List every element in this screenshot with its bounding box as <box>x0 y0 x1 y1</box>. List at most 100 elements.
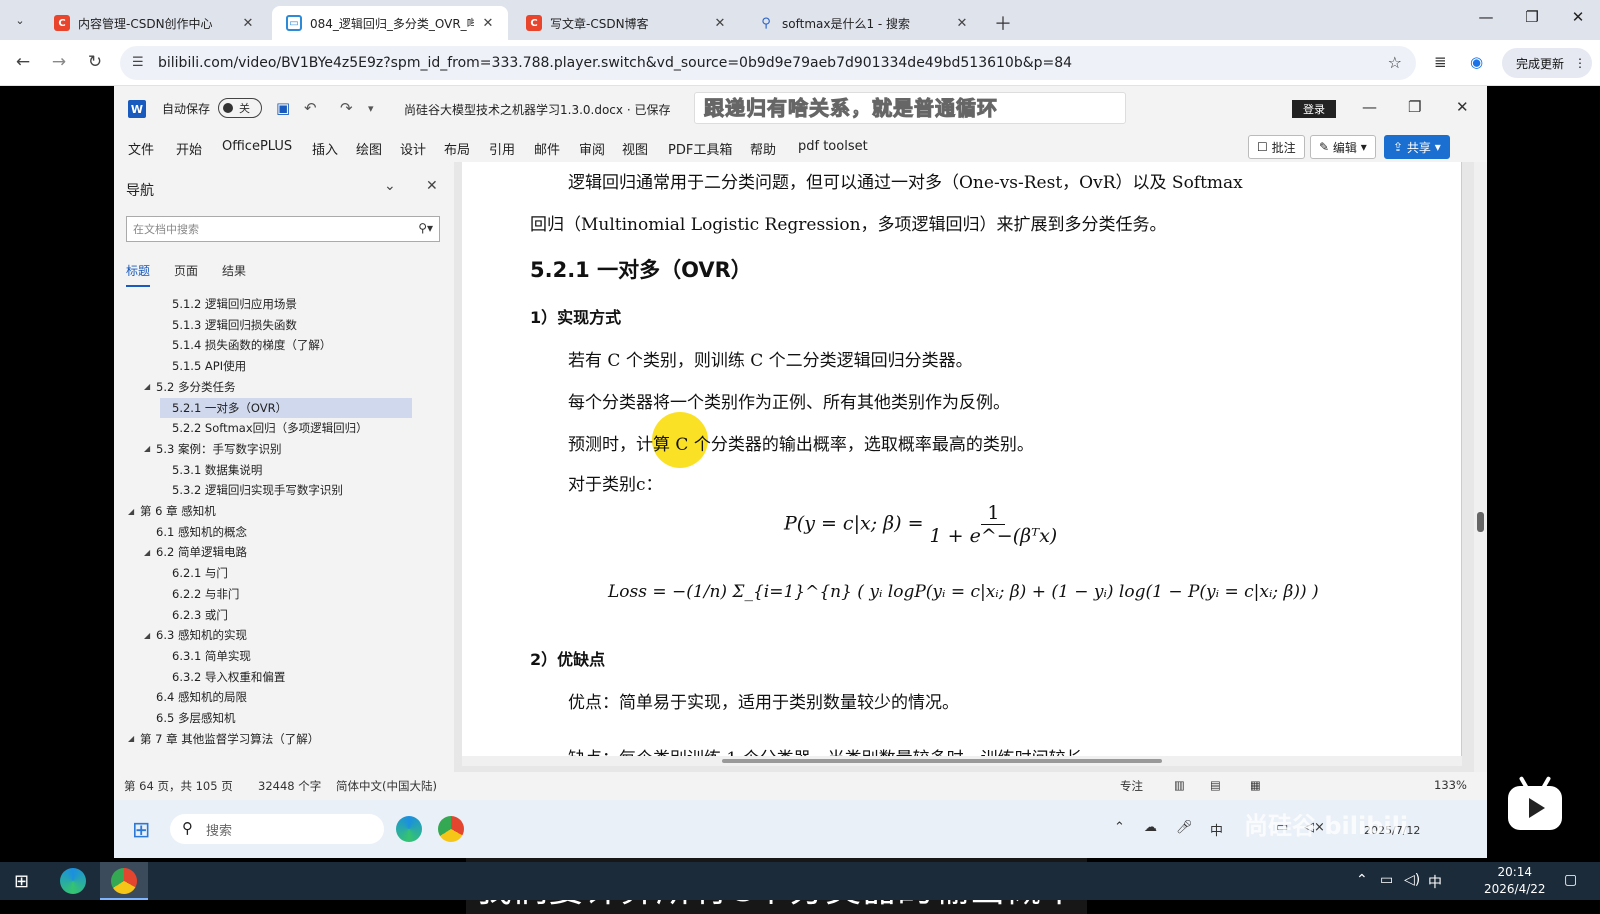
menu-review[interactable]: 审阅 <box>579 139 605 158</box>
collapse-arrow-icon[interactable]: ◢ <box>128 507 140 516</box>
menu-pdf-toolbox[interactable]: PDF工具箱 <box>668 139 732 158</box>
restore-icon[interactable]: ❐ <box>1520 8 1544 26</box>
toc-item[interactable]: 5.2.2 Softmax回归（多项逻辑回归） <box>160 418 368 438</box>
login-button[interactable]: 登录 <box>1292 100 1336 118</box>
menu-pdf-toolset[interactable]: pdf toolset <box>798 139 868 154</box>
toc-item[interactable]: ◢ 5.2 多分类任务 <box>144 377 235 397</box>
menu-draw[interactable]: 绘图 <box>356 139 382 158</box>
vertical-scrollbar[interactable] <box>1474 162 1487 772</box>
collapse-arrow-icon[interactable]: ◢ <box>144 548 156 557</box>
toc-item[interactable]: 6.2.3 或门 <box>160 605 228 625</box>
toc-item[interactable]: 6.3.2 导入权重和偏置 <box>160 667 285 687</box>
read-mode-icon[interactable]: ▥ <box>1174 778 1185 792</box>
close-window-icon[interactable]: ✕ <box>1566 8 1590 26</box>
search-icon[interactable]: ⚲▾ <box>418 221 433 235</box>
ime-indicator[interactable]: 中 <box>1428 872 1442 892</box>
back-arrow-icon[interactable]: ← <box>12 52 34 72</box>
toc-item[interactable]: ◢ 第 7 章 其他监督学习算法（了解） <box>128 729 319 749</box>
tab-bing-search[interactable]: ⚲ softmax是什么1 - 搜索 ✕ <box>744 6 982 40</box>
tab-csdn-write[interactable]: C 写文章-CSDN博客 ✕ <box>512 6 740 40</box>
edge-icon[interactable] <box>60 868 86 894</box>
notification-icon[interactable]: ▢ <box>1564 872 1577 888</box>
volume-icon[interactable]: ◁) <box>1404 872 1420 888</box>
document-name[interactable]: 尚硅谷大模型技术之机器学习1.3.0.docx · 已保存 <box>404 101 670 118</box>
clock[interactable]: 20:14 2026/4/22 <box>1484 864 1546 898</box>
word-close-icon[interactable]: ✕ <box>1456 98 1469 116</box>
toc-item[interactable]: 5.1.2 逻辑回归应用场景 <box>160 294 297 314</box>
collapse-arrow-icon[interactable]: ◢ <box>144 382 156 391</box>
bookmark-star-icon[interactable]: ☆ <box>1388 53 1402 72</box>
customize-toolbar-icon[interactable]: ▾ <box>368 102 374 115</box>
tab-pages[interactable]: 页面 <box>174 262 198 279</box>
site-info-icon[interactable]: ☰ <box>132 55 144 70</box>
toc-item[interactable]: 6.3.1 简单实现 <box>160 646 251 666</box>
toc-item[interactable]: 5.2.1 一对多（OVR） <box>160 397 412 418</box>
show-hidden-icons-icon[interactable]: ⌃ <box>1356 872 1368 888</box>
menu-view[interactable]: 视图 <box>622 139 648 158</box>
horizontal-scrollbar[interactable] <box>462 756 1462 766</box>
tab-headings[interactable]: 标题 <box>126 262 151 287</box>
menu-home[interactable]: 开始 <box>176 139 202 158</box>
menu-design[interactable]: 设计 <box>400 139 426 158</box>
toc-item[interactable]: 5.3.1 数据集说明 <box>160 460 262 480</box>
redo-icon[interactable]: ↷ <box>340 99 353 117</box>
tab-csdn-content[interactable]: C 内容管理-CSDN创作中心 ✕ <box>40 6 268 40</box>
nav-close-icon[interactable]: ✕ <box>426 178 438 194</box>
toc-item[interactable]: 6.2.2 与非门 <box>160 584 239 604</box>
close-tab-icon[interactable]: ✕ <box>480 16 496 31</box>
address-bar[interactable]: ☰ bilibili.com/video/BV1BYe4z5E9z?spm_id… <box>120 46 1416 80</box>
close-tab-icon[interactable]: ✕ <box>954 16 970 31</box>
network-icon[interactable]: ▭ <box>1380 872 1393 888</box>
word-count[interactable]: 32448 个字 <box>258 778 321 794</box>
toc-item[interactable]: 5.1.3 逻辑回归损失函数 <box>160 315 297 335</box>
toc-item[interactable]: ◢ 6.2 简单逻辑电路 <box>144 542 247 562</box>
tab-results[interactable]: 结果 <box>222 262 246 279</box>
share-button[interactable]: ⇪ 共享 ▾ <box>1384 135 1450 159</box>
page-count[interactable]: 第 64 页，共 105 页 <box>124 778 233 794</box>
minimize-icon[interactable]: — <box>1474 8 1498 26</box>
media-control-icon[interactable]: ≣ <box>1434 53 1447 71</box>
close-tab-icon[interactable]: ✕ <box>712 16 728 31</box>
toc-item[interactable]: ◢ 5.3 案例：手写数字识别 <box>144 439 281 459</box>
tab-bilibili-video[interactable]: ▭ 084_逻辑回归_多分类_OVR_哔 ✕ <box>272 6 508 40</box>
print-layout-icon[interactable]: ▤ <box>1210 778 1221 792</box>
menu-file[interactable]: 文件 <box>128 139 154 158</box>
toc-item[interactable]: 6.2.1 与门 <box>160 563 228 583</box>
video-player[interactable]: W 自动保存 关 ▣ ↶ ↷ ▾ 尚硅谷大模型技术之机器学习1.3.0.docx… <box>0 86 1600 914</box>
undo-icon[interactable]: ↶ <box>304 99 317 117</box>
word-restore-icon[interactable]: ❐ <box>1408 98 1421 116</box>
word-minimize-icon[interactable]: — <box>1362 98 1377 116</box>
reload-icon[interactable]: ↻ <box>84 52 106 72</box>
nav-options-chevron-icon[interactable]: ⌄ <box>384 178 396 194</box>
document-page[interactable]: 逻辑回归通常用于二分类问题，但可以通过一对多（One-vs-Rest，OvR）以… <box>462 162 1462 769</box>
tab-search-chevron-icon[interactable]: ⌄ <box>8 8 32 32</box>
focus-mode[interactable]: 专注 <box>1120 778 1143 794</box>
nav-search-input[interactable]: 在文档中搜索 ⚲▾ <box>126 216 440 242</box>
update-button[interactable]: 完成更新 ⋮ <box>1502 48 1592 78</box>
toc-item[interactable]: ◢ 6.3 感知机的实现 <box>144 625 247 645</box>
collapse-arrow-icon[interactable]: ◢ <box>128 734 140 743</box>
menu-insert[interactable]: 插入 <box>312 139 338 158</box>
edit-mode-button[interactable]: ✎ 编辑 ▾ <box>1310 135 1376 159</box>
profile-avatar-icon[interactable]: ◉ <box>1470 53 1483 71</box>
menu-mailings[interactable]: 邮件 <box>534 139 560 158</box>
web-layout-icon[interactable]: ▦ <box>1250 778 1261 792</box>
zoom-level[interactable]: 133% <box>1434 778 1467 792</box>
toc-item[interactable]: 6.5 多层感知机 <box>144 708 235 728</box>
chrome-icon[interactable] <box>111 868 137 894</box>
toc-item[interactable]: ◢ 第 6 章 感知机 <box>128 501 216 521</box>
menu-officeplus[interactable]: OfficePLUS <box>222 139 292 154</box>
toc-item[interactable]: 6.4 感知机的局限 <box>144 687 247 707</box>
autosave-toggle[interactable]: 关 <box>218 98 262 118</box>
more-menu-icon[interactable]: ⋮ <box>1574 56 1586 70</box>
collapse-arrow-icon[interactable]: ◢ <box>144 444 156 453</box>
toc-item[interactable]: 6.1 感知机的概念 <box>144 522 247 542</box>
menu-layout[interactable]: 布局 <box>444 139 470 158</box>
menu-references[interactable]: 引用 <box>489 139 515 158</box>
language[interactable]: 简体中文(中国大陆) <box>336 778 437 794</box>
windows-start-icon[interactable]: ⊞ <box>14 871 29 892</box>
toc-item[interactable]: 5.3.2 逻辑回归实现手写数字识别 <box>160 480 343 500</box>
new-tab-icon[interactable]: ＋ <box>994 10 1012 36</box>
comment-button[interactable]: ☐ 批注 <box>1248 135 1305 159</box>
toc-item[interactable]: 5.1.5 API使用 <box>160 356 246 376</box>
